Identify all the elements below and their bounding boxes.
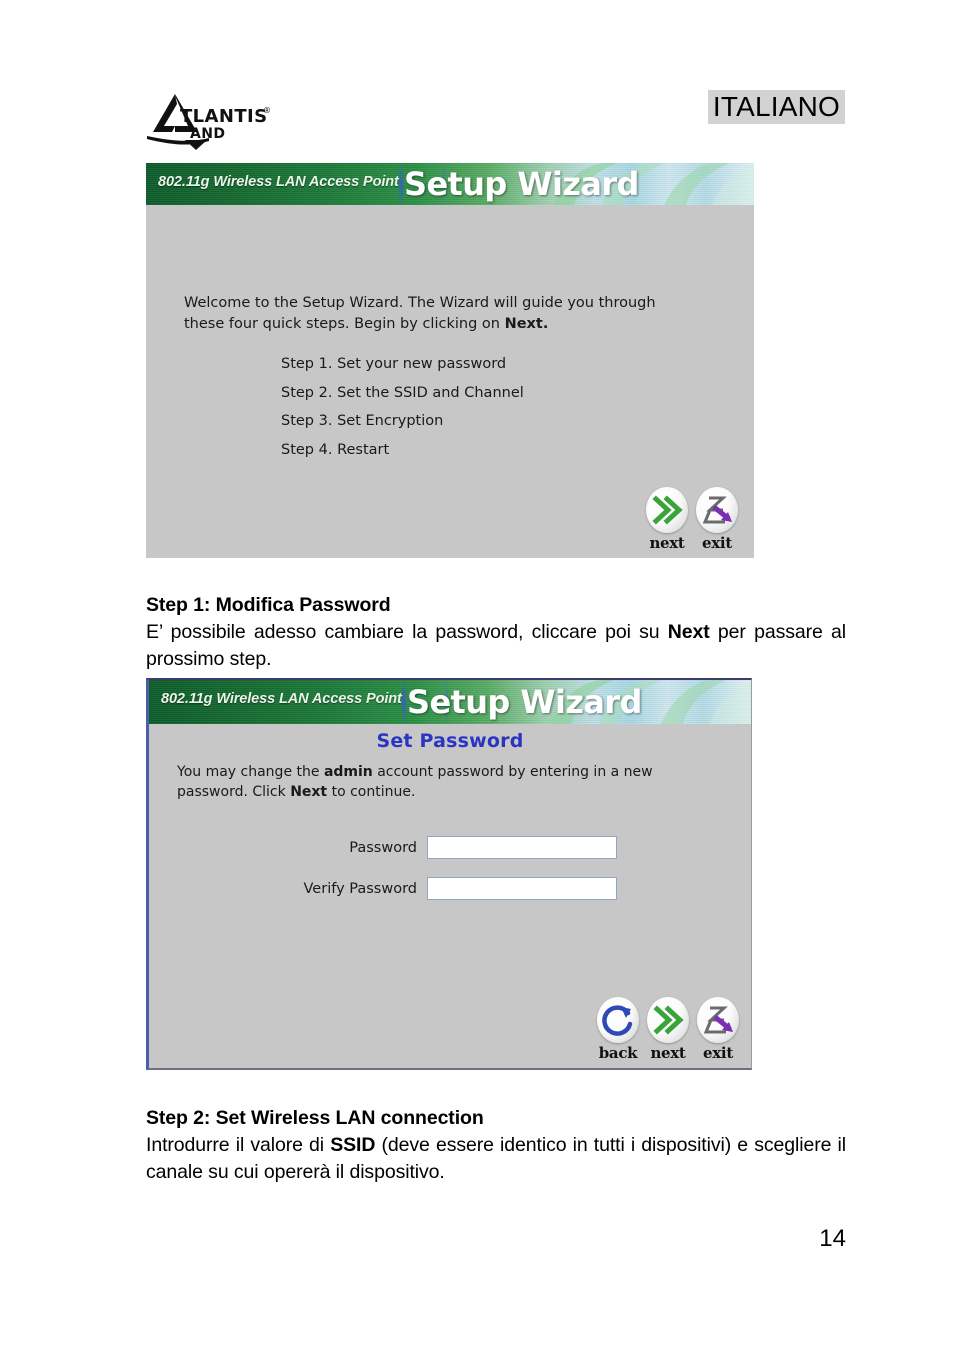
back-button-orb xyxy=(597,997,639,1043)
exit-button-label: exit xyxy=(702,534,732,552)
back-button-label: back xyxy=(598,1044,638,1062)
exit-button-label: exit xyxy=(703,1044,733,1062)
svg-text:®: ® xyxy=(263,106,271,115)
wizard-step-item: Step 2. Set the SSID and Channel xyxy=(281,384,524,401)
logo-mark-icon: TLANTIS ® AND xyxy=(147,94,271,150)
atlantis-land-logo: TLANTIS ® AND xyxy=(145,88,280,150)
banner-accent-line-icon xyxy=(402,680,406,724)
next-button[interactable]: next xyxy=(645,997,691,1062)
wizard-nav-buttons: back next exit xyxy=(595,997,741,1062)
italian-section-2: Step 2: Set Wireless LAN connection Intr… xyxy=(146,1105,846,1186)
banner-title: Setup Wizard xyxy=(407,683,642,721)
exit-door-arrow-icon xyxy=(702,496,732,524)
wizard-step-item: Step 3. Set Encryption xyxy=(281,413,444,429)
set-password-heading: Set Password xyxy=(376,730,524,752)
exit-button-orb xyxy=(697,997,739,1043)
set-password-body: Set Password You may change the admin ac… xyxy=(149,724,751,1068)
password-input[interactable] xyxy=(427,836,617,859)
welcome-intro-line-1: Welcome to the Setup Wizard. The Wizard … xyxy=(184,295,656,311)
next-button-orb xyxy=(646,487,688,533)
banner-title: Setup Wizard xyxy=(404,165,639,203)
banner-accent-line-icon xyxy=(399,163,403,205)
section-2-text-part1: Introdurre il valore di xyxy=(146,1133,331,1156)
wizard-banner: 802.11g Wireless LAN Access Point Setup … xyxy=(146,163,754,205)
language-badge: ITALIANO xyxy=(707,90,845,125)
page-header: TLANTIS ® AND ITALIANO xyxy=(145,88,845,150)
welcome-intro-next-bold: Next. xyxy=(504,315,549,332)
double-chevron-right-icon xyxy=(652,495,683,525)
wizard-banner: 802.11g Wireless LAN Access Point Setup … xyxy=(149,680,751,724)
verify-password-input[interactable] xyxy=(427,877,617,900)
section-2-heading: Step 2: Set Wireless LAN connection xyxy=(146,1107,484,1129)
exit-button[interactable]: exit xyxy=(694,487,740,552)
document-page: TLANTIS ® AND ITALIANO 802.11g Wireless … xyxy=(0,0,954,1350)
exit-door-arrow-icon xyxy=(703,1006,733,1034)
verify-password-label: Verify Password xyxy=(303,880,417,897)
exit-button[interactable]: exit xyxy=(695,997,741,1062)
double-chevron-right-icon xyxy=(653,1005,684,1035)
next-button-label: next xyxy=(650,1044,686,1062)
next-button-orb xyxy=(647,997,689,1043)
set-password-intro-text: You may change the admin account passwor… xyxy=(177,762,722,803)
wizard-welcome-body: Welcome to the Setup Wizard. The Wizard … xyxy=(146,205,754,558)
section-1-heading: Step 1: Modifica Password xyxy=(146,594,391,616)
italian-section-1: Step 1: Modifica Password E’ possibile a… xyxy=(146,592,846,673)
back-button[interactable]: back xyxy=(595,997,641,1062)
welcome-intro-text: Welcome to the Setup Wizard. The Wizard … xyxy=(184,293,714,334)
pw-intro-pre: You may change the xyxy=(177,764,324,780)
next-button[interactable]: next xyxy=(644,487,690,552)
next-button-label: next xyxy=(649,534,685,552)
password-label: Password xyxy=(349,839,417,856)
pw-intro-admin-bold: admin xyxy=(323,764,373,780)
section-2-ssid-bold: SSID xyxy=(330,1133,376,1156)
welcome-intro-line-2: these four quick steps. Begin by clickin… xyxy=(184,315,505,332)
wizard-step-item: Step 1. Set your new password xyxy=(281,356,507,372)
password-form: Password Verify Password xyxy=(149,836,751,918)
wizard-nav-buttons: next exit xyxy=(644,487,740,552)
svg-text:TLANTIS: TLANTIS xyxy=(180,106,267,127)
setup-wizard-welcome-screenshot: 802.11g Wireless LAN Access Point Setup … xyxy=(146,163,754,558)
circular-arrow-icon xyxy=(602,1005,633,1036)
section-1-text-part1: E’ possibile adesso cambiare la password… xyxy=(146,620,668,643)
banner-product-label: 802.11g Wireless LAN Access Point xyxy=(161,691,402,707)
section-1-next-bold: Next xyxy=(667,620,710,643)
page-number: 14 xyxy=(819,1225,846,1252)
banner-product-label: 802.11g Wireless LAN Access Point xyxy=(158,174,399,190)
exit-button-orb xyxy=(696,487,738,533)
wizard-step-list: Step 1. Set your new password Step 2. Se… xyxy=(281,357,524,471)
pw-intro-post: to continue. xyxy=(327,784,416,801)
password-row: Password xyxy=(149,836,751,859)
section-2-paragraph: Introdurre il valore di SSID (deve esser… xyxy=(146,1132,846,1186)
pw-intro-next-bold: Next xyxy=(290,784,328,801)
wizard-step-item: Step 4. Restart xyxy=(281,441,390,458)
section-1-paragraph: E’ possibile adesso cambiare la password… xyxy=(146,619,846,673)
verify-password-row: Verify Password xyxy=(149,877,751,900)
setup-wizard-set-password-screenshot: 802.11g Wireless LAN Access Point Setup … xyxy=(146,678,752,1070)
